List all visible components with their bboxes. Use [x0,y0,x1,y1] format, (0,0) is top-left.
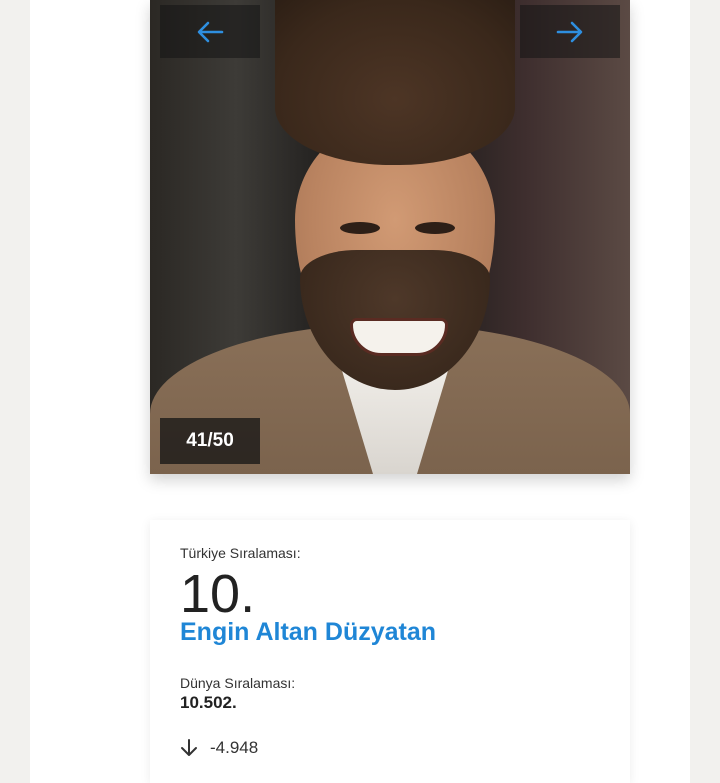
world-rank-value: 10.502. [180,693,237,712]
photo-hair [275,0,515,165]
next-button[interactable] [520,5,620,58]
profile-photo: 41/50 [150,0,630,474]
previous-button[interactable] [160,5,260,58]
turkey-rank-label: Türkiye Sıralaması: [180,545,301,561]
ranking-card: Türkiye Sıralaması: 10. Engin Altan Düzy… [150,520,630,783]
photo-eye-right [415,222,455,234]
photo-eye-left [340,222,380,234]
arrow-right-icon [556,21,583,42]
world-rank-label: Dünya Sıralaması: [180,675,296,691]
gallery-counter: 41/50 [160,418,260,464]
arrow-left-icon [197,21,224,42]
page-container: 41/50 Türkiye Sıralaması: 10. Engin Alta… [30,0,690,783]
arrow-down-icon [181,739,197,756]
person-name-link[interactable]: Engin Altan Düzyatan [180,618,436,647]
rank-change-value: -4.948 [210,738,259,757]
rank-change: -4.948 [180,738,258,758]
photo-smile [350,318,448,356]
